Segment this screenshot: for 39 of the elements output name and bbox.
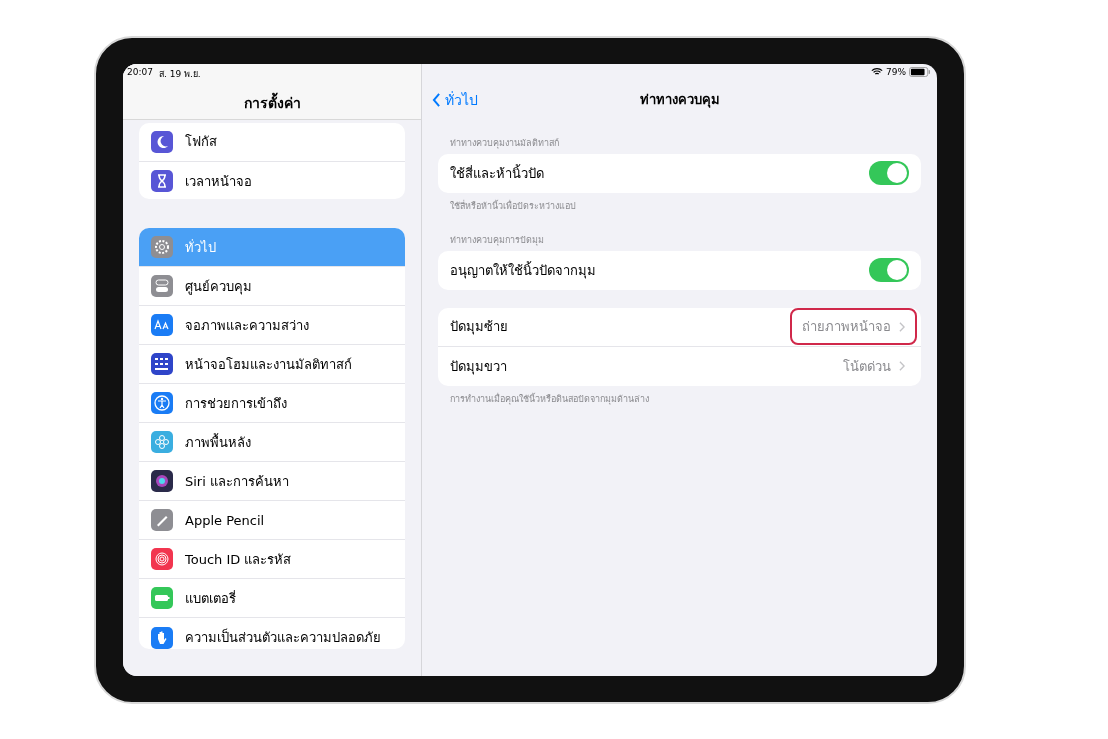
status-time: 20:07 (127, 66, 153, 79)
section-header: ท่าทางควบคุมงานมัลติทาสก์ (449, 136, 560, 151)
battery-icon (909, 66, 931, 77)
toggle-row[interactable]: อนุญาตให้ใช้นิ้วปัดจากมุม (438, 250, 921, 290)
toggle-switch[interactable] (869, 258, 909, 282)
page-title: ท่าทางควบคุม (639, 91, 720, 110)
sidebar-item[interactable]: ศูนย์ควบคุม (139, 267, 405, 307)
sidebar-item[interactable]: จอภาพและความสว่าง (139, 306, 405, 346)
row-label: ปัดมุมขวา (450, 357, 507, 377)
row-value: ถ่ายภาพหน้าจอ (802, 318, 891, 336)
wifi-icon (871, 67, 883, 76)
sidebar-item[interactable]: ความเป็นส่วนตัวและความปลอดภัย (139, 618, 405, 650)
chevron-icon (899, 321, 905, 332)
sidebar-item[interactable]: Touch ID และรหัส (139, 540, 405, 580)
chevron-icon (899, 361, 905, 371)
sidebar-item[interactable]: ภาพพื้นหลัง (139, 423, 405, 463)
sidebar-item[interactable]: Apple Pencil (139, 501, 405, 541)
sidebar-item[interactable]: Siri และการค้นหา (139, 462, 405, 502)
row-label: ใช้สี่และห้านิ้วปัด (450, 163, 544, 183)
row-label: ปัดมุมซ้าย (450, 318, 508, 337)
sidebar-item[interactable]: โฟกัส (139, 122, 405, 162)
navigation-row[interactable]: ปัดมุมซ้าย ถ่ายภาพหน้าจอ (438, 307, 921, 347)
sidebar-item[interactable]: หน้าจอโฮมและงานมัลติทาสก์ (139, 345, 405, 385)
toggle-row[interactable]: ใช้สี่และห้านิ้วปัด (438, 153, 921, 193)
sidebar-item[interactable]: แบตเตอรี่ (139, 579, 405, 619)
sidebar-item[interactable]: การช่วยการเข้าถึง (139, 384, 405, 424)
navigation-row[interactable]: ปัดมุมขวา โน้ตด่วน (438, 346, 921, 386)
status-date: ส. 19 พ.ย. (158, 67, 201, 81)
back-button[interactable]: ทั่วไป (422, 88, 488, 111)
row-label: อนุญาตให้ใช้นิ้วปัดจากมุม (450, 260, 596, 281)
row-value: โน้ตด่วน (843, 357, 891, 376)
section-footer: ใช้สี่หรือห้านิ้วเพื่อปัดระหว่างแอป (438, 192, 921, 217)
back-chevron-icon (432, 92, 441, 107)
battery-percentage: 79% (886, 66, 906, 77)
sidebar-item[interactable]: เวลาหน้าจอ (139, 161, 405, 200)
sidebar-title: การตั้งค่า (242, 91, 302, 113)
section-header: ท่าทางควบคุมการปัดมุม (449, 233, 545, 248)
section-footer: การทำงานเมื่อคุณใช้นิ้วหรือดินสอปัดจากมุมด้านล่าง (438, 385, 921, 410)
toggle-switch[interactable] (869, 161, 909, 185)
